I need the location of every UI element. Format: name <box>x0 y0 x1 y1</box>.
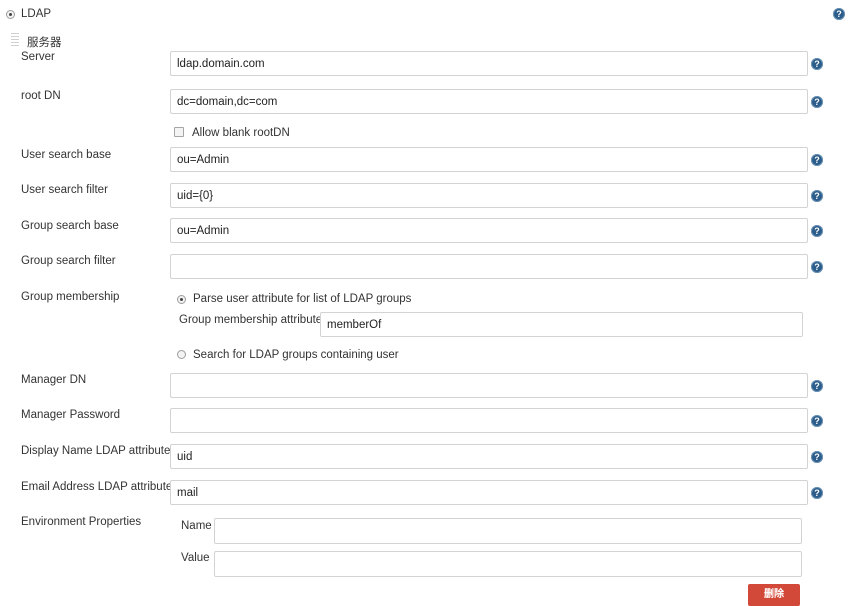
root-dn-input[interactable] <box>170 89 808 114</box>
env-name-label: Name <box>181 520 212 532</box>
group-search-base-label: Group search base <box>21 220 119 232</box>
user-search-base-help-icon[interactable]: ? <box>811 154 823 166</box>
manager-dn-input[interactable] <box>170 373 808 398</box>
display-name-attribute-help-icon[interactable]: ? <box>811 451 823 463</box>
group-membership-label: Group membership <box>21 291 120 303</box>
manager-password-help-icon[interactable]: ? <box>811 415 823 427</box>
email-attribute-help-icon[interactable]: ? <box>811 487 823 499</box>
root-dn-label: root DN <box>21 90 61 102</box>
user-search-filter-label: User search filter <box>21 184 108 196</box>
parse-attribute-radio[interactable] <box>177 295 186 304</box>
server-help-icon[interactable]: ? <box>811 58 823 70</box>
display-name-attribute-label: Display Name LDAP attribute <box>21 445 171 457</box>
server-input[interactable] <box>170 51 808 76</box>
parse-attribute-option-label: Parse user attribute for list of LDAP gr… <box>193 293 412 305</box>
manager-password-label: Manager Password <box>21 409 121 421</box>
env-value-label: Value <box>181 552 210 564</box>
group-search-filter-input[interactable] <box>170 254 808 279</box>
group-search-base-input[interactable] <box>170 218 808 243</box>
manager-password-input[interactable] <box>170 408 808 433</box>
environment-properties-label: Environment Properties <box>21 516 142 528</box>
group-search-base-help-icon[interactable]: ? <box>811 225 823 237</box>
user-search-filter-input[interactable] <box>170 183 808 208</box>
ldap-help-icon[interactable]: ? <box>833 8 845 20</box>
group-search-filter-help-icon[interactable]: ? <box>811 261 823 273</box>
email-attribute-label: Email Address LDAP attribute <box>21 481 173 493</box>
server-section-title: 服务器 <box>27 37 62 49</box>
user-search-base-label: User search base <box>21 149 112 161</box>
env-name-input[interactable] <box>214 518 802 544</box>
group-membership-attribute-input[interactable] <box>320 312 803 337</box>
email-attribute-input[interactable] <box>170 480 808 505</box>
env-value-input[interactable] <box>214 551 802 577</box>
server-label: Server <box>21 51 55 63</box>
user-search-base-input[interactable] <box>170 147 808 172</box>
display-name-attribute-input[interactable] <box>170 444 808 469</box>
manager-dn-help-icon[interactable]: ? <box>811 380 823 392</box>
ldap-realm-label: LDAP <box>21 8 52 20</box>
delete-button[interactable]: 删除 <box>748 584 800 606</box>
search-ldap-groups-radio[interactable] <box>177 350 186 359</box>
group-search-filter-label: Group search filter <box>21 255 116 267</box>
manager-dn-label: Manager DN <box>21 374 87 386</box>
ldap-realm-radio[interactable] <box>6 10 15 19</box>
allow-blank-rootdn-checkbox[interactable] <box>174 127 184 137</box>
drag-handle-icon[interactable] <box>11 33 19 46</box>
root-dn-help-icon[interactable]: ? <box>811 96 823 108</box>
group-membership-attribute-label: Group membership attribute <box>179 314 323 326</box>
allow-blank-rootdn-label: Allow blank rootDN <box>192 127 290 139</box>
search-ldap-groups-option-label: Search for LDAP groups containing user <box>193 349 399 361</box>
delete-button-label: 删除 <box>764 589 784 600</box>
user-search-filter-help-icon[interactable]: ? <box>811 190 823 202</box>
